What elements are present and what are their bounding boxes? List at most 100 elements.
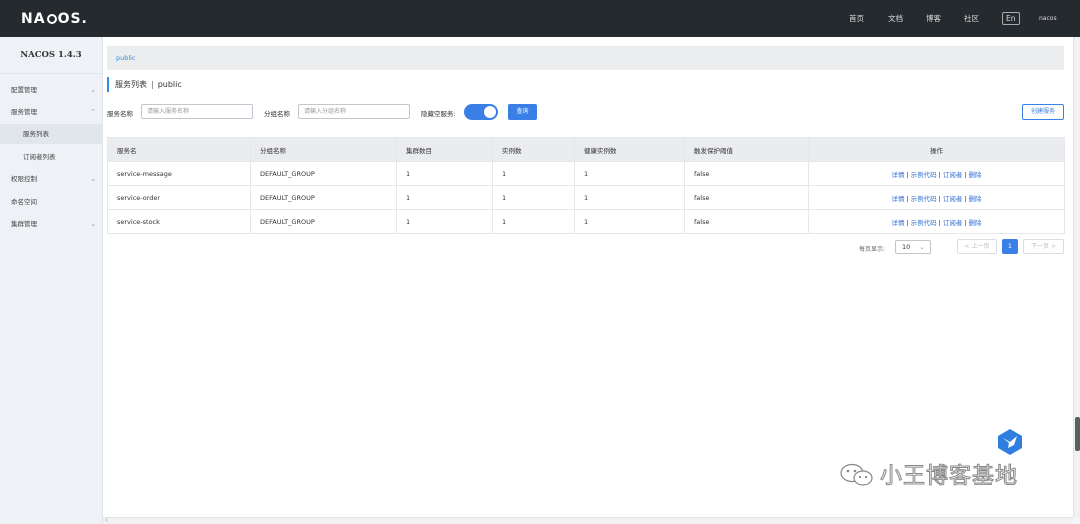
sidebar-item-service-list[interactable]: 服务列表: [0, 124, 103, 144]
col-service-name: 服务名: [107, 137, 251, 162]
op-separator: |: [906, 170, 909, 179]
page-size-label: 每页显示:: [859, 246, 886, 253]
sidebar-item-config[interactable]: 配置管理 ⌄: [0, 80, 103, 100]
table-cell: false: [684, 185, 809, 210]
subscriber-link[interactable]: 订阅者: [943, 171, 963, 179]
user-menu[interactable]: nacos: [1039, 0, 1057, 37]
hide-empty-label: 隐藏空服务:: [421, 110, 456, 118]
table-cell: DEFAULT_GROUP: [250, 185, 397, 210]
language-toggle[interactable]: En: [1002, 0, 1020, 37]
delete-link[interactable]: 删除: [969, 171, 982, 179]
sidebar-item-service-mgmt[interactable]: 服务管理 ⌃: [0, 102, 103, 122]
chevron-up-icon: ⌃: [90, 108, 96, 116]
hide-empty-switch[interactable]: [464, 104, 498, 120]
op-separator: |: [964, 170, 967, 179]
namespace-bar: public: [107, 46, 1064, 70]
col-cluster-count: 集群数目: [396, 137, 493, 162]
table-cell: 1: [396, 185, 493, 210]
prev-page-button[interactable]: < 上一页: [957, 239, 997, 254]
nav-home[interactable]: 首页: [849, 0, 864, 37]
table-cell: DEFAULT_GROUP: [250, 209, 397, 234]
chevron-down-icon: ⌄: [90, 86, 96, 94]
col-healthy-count: 健康实例数: [574, 137, 685, 162]
service-name-input[interactable]: 请输入服务名称: [141, 104, 253, 119]
sample-code-link[interactable]: 示例代码: [911, 195, 937, 203]
sample-code-link[interactable]: 示例代码: [911, 171, 937, 179]
sidebar-item-namespace[interactable]: 命名空间: [0, 192, 103, 212]
table-cell: service-message: [107, 161, 251, 186]
scroll-left-icon[interactable]: ‹: [105, 516, 108, 524]
group-name-input[interactable]: 请输入分组名称: [298, 104, 410, 119]
sidebar-item-cluster[interactable]: 集群管理 ⌄: [0, 214, 103, 234]
subscriber-link[interactable]: 订阅者: [943, 219, 963, 227]
row-operations: 详情 | 示例代码 | 订阅者 | 删除: [808, 209, 1065, 234]
detail-link[interactable]: 详情: [891, 195, 904, 203]
op-separator: |: [906, 194, 909, 203]
scrollbar-thumb[interactable]: [1075, 417, 1080, 451]
chevron-down-icon: ⌄: [90, 175, 96, 183]
top-navbar: NA OS. 首页 文档 博客 社区 En nacos: [0, 0, 1080, 37]
detail-link[interactable]: 详情: [891, 171, 904, 179]
table-cell: service-stock: [107, 209, 251, 234]
sidebar-title: NACOS 1.4.3: [0, 37, 102, 74]
table-row: service-message DEFAULT_GROUP 1 1 1 false 详情 | 示…: [107, 161, 1065, 186]
page-size-select[interactable]: 10 ⌄: [895, 240, 931, 254]
table-cell: 1: [396, 161, 493, 186]
table-cell: service-order: [107, 185, 251, 210]
op-separator: |: [964, 194, 967, 203]
wechat-icon: [840, 463, 873, 486]
namespace-public-link[interactable]: public: [116, 54, 136, 62]
nav-blog[interactable]: 博客: [926, 0, 941, 37]
chevron-down-icon: ⌄: [90, 220, 96, 228]
op-separator: |: [938, 194, 941, 203]
col-protect-threshold: 触发保护阈值: [684, 137, 809, 162]
next-page-button[interactable]: 下一页 >: [1023, 239, 1064, 254]
sidebar-item-subscriber-list[interactable]: 订阅者列表: [0, 147, 103, 167]
op-separator: |: [906, 218, 909, 227]
sidebar: NACOS 1.4.3 配置管理 ⌄ 服务管理 ⌃ 服务列表 订阅者列表 权限控…: [0, 37, 103, 524]
nav-docs[interactable]: 文档: [888, 0, 903, 37]
chevron-down-icon: ⌄: [919, 243, 925, 251]
nacos-logo[interactable]: NA OS.: [21, 11, 88, 27]
row-operations: 详情 | 示例代码 | 订阅者 | 删除: [808, 185, 1065, 210]
group-name-label: 分组名称: [264, 110, 290, 118]
op-separator: |: [938, 218, 941, 227]
table-cell: 1: [492, 209, 575, 234]
create-service-button[interactable]: 创建服务: [1022, 104, 1064, 120]
table-header-row: 服务名 分组名称 集群数目 实例数 健康实例数 触发保护阈值 操作: [107, 137, 1065, 162]
watermark-text: 小王博客基地: [879, 464, 1019, 490]
delete-link[interactable]: 删除: [969, 195, 982, 203]
table-row: service-order DEFAULT_GROUP 1 1 1 false 详情 | 示例代…: [107, 185, 1065, 210]
table-cell: false: [684, 209, 809, 234]
horizontal-scrollbar[interactable]: ‹: [103, 516, 1073, 524]
query-button[interactable]: 查询: [508, 104, 537, 120]
service-table: 服务名 分组名称 集群数目 实例数 健康实例数 触发保护阈值 操作 servic…: [107, 137, 1065, 234]
table-cell: 1: [574, 185, 685, 210]
col-operations: 操作: [808, 137, 1065, 162]
table-cell: false: [684, 161, 809, 186]
table-cell: 1: [492, 161, 575, 186]
vertical-scrollbar[interactable]: [1073, 37, 1080, 517]
op-separator: |: [964, 218, 967, 227]
service-name-label: 服务名称: [107, 110, 133, 118]
nav-community[interactable]: 社区: [964, 0, 979, 37]
logo-ring-icon: [46, 14, 57, 24]
main-content: public 服务列表 | public 服务名称 请输入服务名称 分组名称 请输入…: [103, 37, 1073, 517]
col-group-name: 分组名称: [250, 137, 397, 162]
delete-link[interactable]: 删除: [969, 219, 982, 227]
page-1-button[interactable]: 1: [1002, 239, 1018, 254]
page-title: 服务列表 | public: [107, 77, 182, 92]
watermark-bird-icon: [998, 429, 1022, 455]
table-cell: 1: [574, 161, 685, 186]
op-separator: |: [938, 170, 941, 179]
row-operations: 详情 | 示例代码 | 订阅者 | 删除: [808, 161, 1065, 186]
table-cell: DEFAULT_GROUP: [250, 161, 397, 186]
table-cell: 1: [492, 185, 575, 210]
table-row: service-stock DEFAULT_GROUP 1 1 1 false 详情 | 示例代…: [107, 209, 1065, 234]
table-cell: 1: [574, 209, 685, 234]
col-instance-count: 实例数: [492, 137, 575, 162]
sidebar-item-auth[interactable]: 权限控制 ⌄: [0, 169, 103, 189]
subscriber-link[interactable]: 订阅者: [943, 195, 963, 203]
sample-code-link[interactable]: 示例代码: [911, 219, 937, 227]
detail-link[interactable]: 详情: [891, 219, 904, 227]
